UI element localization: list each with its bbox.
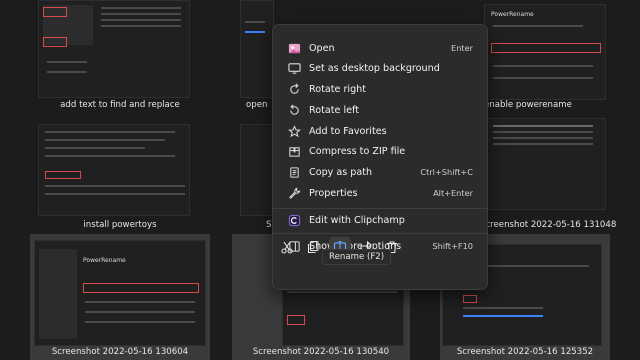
zip-icon [283, 145, 305, 158]
thumbnail-caption: Screenshot 2022-05-16 130540 [252, 347, 390, 357]
open-icon [283, 42, 305, 55]
thumbnail-caption: enable powerename [484, 100, 572, 110]
thumbnail-image [38, 124, 190, 216]
menu-item-edit-with-clipchamp[interactable]: Edit with Clipchamp [277, 210, 483, 230]
rename-tooltip: Rename (F2) [322, 249, 392, 265]
desktop-background-icon [283, 62, 305, 75]
rotate-left-icon [283, 104, 305, 117]
menu-item-label: Copy as path [309, 166, 373, 178]
menu-divider [273, 208, 487, 209]
menu-item-label: Edit with Clipchamp [309, 214, 405, 226]
menu-item-label: Properties [309, 187, 358, 199]
menu-item-label: Open [309, 42, 335, 54]
menu-item-label: Add to Favorites [309, 125, 387, 137]
menu-item-add-to-favorites[interactable]: Add to Favorites [277, 121, 483, 141]
thumbnail-image [38, 0, 190, 98]
menu-item-shortcut: Shift+F10 [432, 241, 473, 251]
menu-item-copy-as-path[interactable]: Copy as path Ctrl+Shift+C [277, 162, 483, 182]
thumbnail-image: PowerRename [484, 4, 606, 100]
menu-item-compress-zip[interactable]: Compress to ZIP file [277, 141, 483, 161]
copy-button[interactable] [302, 237, 324, 259]
thumbnail-image: PowerRename [34, 240, 206, 346]
thumbnail-image [240, 0, 274, 98]
thumbnail-caption: add text to find and replace [60, 100, 180, 110]
menu-item-label: Rotate right [309, 83, 367, 95]
menu-item-properties[interactable]: Properties Alt+Enter [277, 183, 483, 203]
cut-icon [280, 239, 294, 258]
cut-button[interactable] [276, 237, 298, 259]
thumbnail-tile[interactable]: add text to find and replace [30, 0, 210, 120]
thumbnail-caption: Screenshot 2022-05-16 125352 [456, 347, 594, 357]
menu-item-label: Set as desktop background [309, 62, 440, 74]
copy-icon [306, 239, 320, 258]
thumbnail-caption: Screenshot 2022-05-16 130604 [51, 347, 189, 357]
menu-item-shortcut: Alt+Enter [433, 188, 473, 198]
clipchamp-icon [283, 214, 305, 227]
properties-icon [283, 187, 305, 200]
menu-item-label: Compress to ZIP file [309, 145, 406, 157]
thumbnail-caption: open [246, 100, 268, 110]
thumbnail-image [484, 118, 606, 210]
thumbnail-tile[interactable]: install powertoys [30, 118, 210, 236]
thumbnail-caption: install powertoys [83, 220, 157, 230]
thumbnail-tile[interactable]: S [232, 118, 274, 236]
thumbnail-image [240, 124, 274, 216]
thumbnail-title-text: PowerRename [491, 11, 534, 18]
menu-item-label: Rotate left [309, 104, 359, 116]
rotate-right-icon [283, 83, 305, 96]
star-icon [283, 124, 305, 138]
copy-path-icon [283, 166, 305, 179]
menu-item-open[interactable]: Open Enter [277, 38, 483, 58]
menu-item-shortcut: Ctrl+Shift+C [420, 167, 473, 177]
thumbnail-tile-selected[interactable]: PowerRename Screenshot 2022-05-16 130604 [30, 234, 210, 360]
menu-item-set-desktop-background[interactable]: Set as desktop background [277, 58, 483, 78]
menu-divider [273, 233, 487, 234]
menu-item-shortcut: Enter [451, 43, 473, 53]
menu-item-rotate-right[interactable]: Rotate right [277, 79, 483, 99]
thumbnail-title-text: PowerRename [83, 257, 126, 264]
thumbnail-tile[interactable]: open [232, 0, 274, 120]
thumbnail-caption: Screenshot 2022-05-16 131048 [480, 220, 617, 230]
menu-item-rotate-left[interactable]: Rotate left [277, 100, 483, 120]
